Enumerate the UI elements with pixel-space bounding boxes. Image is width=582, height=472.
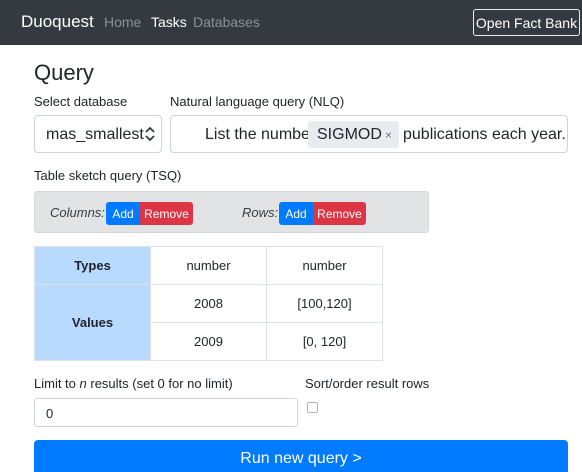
values-header: Values xyxy=(34,284,151,361)
remove-row-button[interactable]: Remove xyxy=(313,202,366,225)
nav-home-link[interactable]: Home xyxy=(104,14,141,30)
nlq-tag-text: SIGMOD xyxy=(317,126,382,143)
top-navbar: Duoquest Home Tasks Databases Open Fact … xyxy=(0,0,582,45)
nav-databases-link[interactable]: Databases xyxy=(193,14,260,30)
sort-label: Sort/order result rows xyxy=(305,376,430,391)
type-cell[interactable]: number xyxy=(150,246,267,285)
sort-checkbox[interactable] xyxy=(307,402,318,413)
select-database-label: Select database xyxy=(34,94,128,109)
columns-label: Columns: xyxy=(50,205,105,220)
brand-logo[interactable]: Duoquest xyxy=(21,12,94,32)
nlq-input[interactable]: List the number of SIGMOD × publications… xyxy=(170,115,568,153)
nav-tasks-link[interactable]: Tasks xyxy=(151,14,187,30)
add-column-button[interactable]: Add xyxy=(106,202,140,225)
limit-label-suffix: results (set 0 for no limit) xyxy=(86,376,233,391)
rows-label: Rows: xyxy=(242,205,279,220)
limit-label: Limit to n results (set 0 for no limit) xyxy=(34,376,233,391)
add-row-button[interactable]: Add xyxy=(279,202,313,225)
limit-label-n: n xyxy=(79,376,87,391)
value-cell[interactable]: 2008 xyxy=(150,284,267,323)
tsq-label: Table sketch query (TSQ) xyxy=(34,168,182,183)
tsq-controls: Columns: Add Remove Rows: Add Remove xyxy=(34,191,429,233)
page-title: Query xyxy=(34,60,94,85)
value-cell[interactable]: 2009 xyxy=(150,322,267,361)
limit-label-prefix: Limit to xyxy=(34,376,80,391)
value-cell[interactable]: [100,120] xyxy=(266,284,383,323)
value-cell[interactable]: [0, 120] xyxy=(266,322,383,361)
nlq-literal-tag: SIGMOD × xyxy=(308,121,399,148)
nlq-label: Natural language query (NLQ) xyxy=(170,94,345,109)
updown-chevron-icon xyxy=(145,126,155,142)
database-select-value: mas_smallest xyxy=(46,126,144,143)
open-fact-bank-button[interactable]: Open Fact Bank xyxy=(473,9,580,36)
limit-input-value: 0 xyxy=(46,406,54,421)
types-header: Types xyxy=(34,246,151,285)
run-query-button[interactable]: Run new query > xyxy=(34,440,568,472)
database-select[interactable]: mas_smallest xyxy=(34,115,162,153)
limit-input[interactable]: 0 xyxy=(34,398,298,427)
nlq-text-after: publications each year. xyxy=(403,126,566,143)
type-cell[interactable]: number xyxy=(266,246,383,285)
tag-remove-icon[interactable]: × xyxy=(385,128,392,142)
remove-column-button[interactable]: Remove xyxy=(140,202,193,225)
